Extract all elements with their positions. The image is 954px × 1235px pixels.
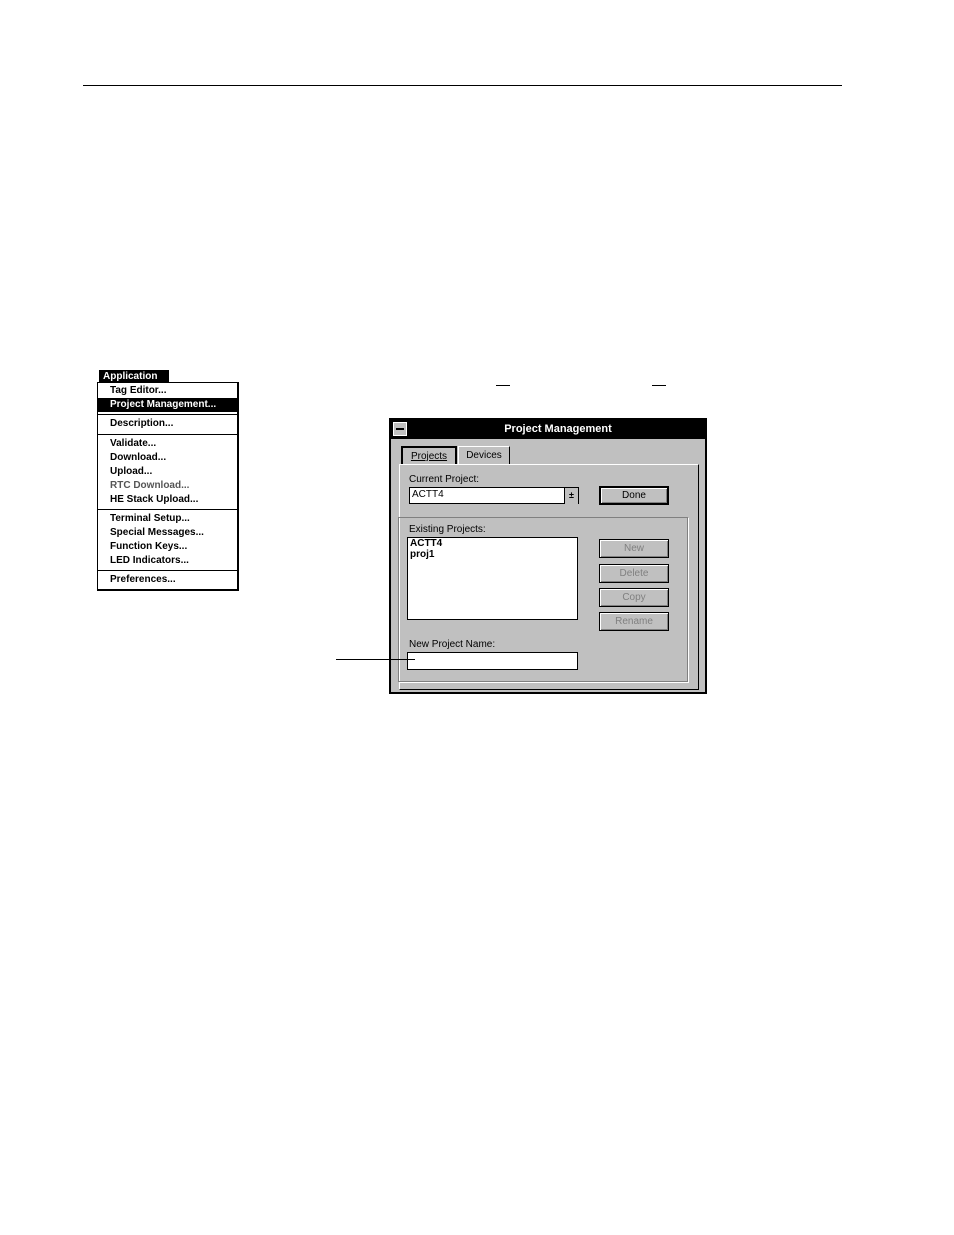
- application-menu: Tag Editor... Project Management... Desc…: [97, 382, 239, 591]
- decorative-dash: [496, 385, 510, 386]
- menu-item-terminal-setup[interactable]: Terminal Setup...: [98, 512, 237, 526]
- menu-item-preferences[interactable]: Preferences...: [98, 573, 237, 587]
- new-project-name-input[interactable]: [407, 652, 578, 670]
- tab-devices[interactable]: Devices: [458, 446, 510, 464]
- current-project-combobox[interactable]: ACTT4 ±: [409, 487, 579, 504]
- decorative-dash: [652, 385, 666, 386]
- menu-item-download[interactable]: Download...: [98, 451, 237, 465]
- dialog-title: Project Management: [504, 423, 612, 435]
- dialog-titlebar[interactable]: Project Management: [391, 420, 705, 439]
- page-top-rule: [83, 85, 842, 86]
- existing-projects-label: Existing Projects:: [409, 524, 486, 535]
- system-menu-icon[interactable]: [393, 422, 407, 436]
- menu-separator: [98, 509, 237, 510]
- existing-projects-list[interactable]: ACTT4 proj1: [407, 537, 578, 620]
- menu-item-project-management[interactable]: Project Management...: [98, 398, 237, 412]
- callout-line: [336, 659, 415, 660]
- list-item[interactable]: ACTT4: [408, 538, 577, 549]
- menu-separator: [98, 570, 237, 571]
- new-button[interactable]: New: [599, 539, 669, 558]
- menu-item-rtc-download[interactable]: RTC Download...: [98, 479, 237, 493]
- menu-item-he-stack-upload[interactable]: HE Stack Upload...: [98, 493, 237, 507]
- menu-separator: [98, 414, 237, 415]
- dropdown-arrow-icon[interactable]: ±: [564, 488, 578, 504]
- menu-item-tag-editor[interactable]: Tag Editor...: [98, 384, 237, 398]
- new-project-name-label: New Project Name:: [409, 639, 496, 650]
- menu-separator: [98, 434, 237, 435]
- tab-projects[interactable]: Projects: [401, 446, 457, 464]
- menu-item-led-indicators[interactable]: LED Indicators...: [98, 554, 237, 568]
- current-project-label: Current Project:: [409, 474, 480, 485]
- delete-button[interactable]: Delete: [599, 564, 669, 583]
- menu-item-upload[interactable]: Upload...: [98, 465, 237, 479]
- menu-item-validate[interactable]: Validate...: [98, 437, 237, 451]
- menu-item-function-keys[interactable]: Function Keys...: [98, 540, 237, 554]
- menu-item-description[interactable]: Description...: [98, 417, 237, 431]
- current-project-value: ACTT4: [412, 489, 444, 500]
- copy-button[interactable]: Copy: [599, 588, 669, 607]
- menu-item-special-messages[interactable]: Special Messages...: [98, 526, 237, 540]
- done-button[interactable]: Done: [599, 486, 669, 505]
- rename-button[interactable]: Rename: [599, 612, 669, 631]
- list-item[interactable]: proj1: [408, 549, 577, 560]
